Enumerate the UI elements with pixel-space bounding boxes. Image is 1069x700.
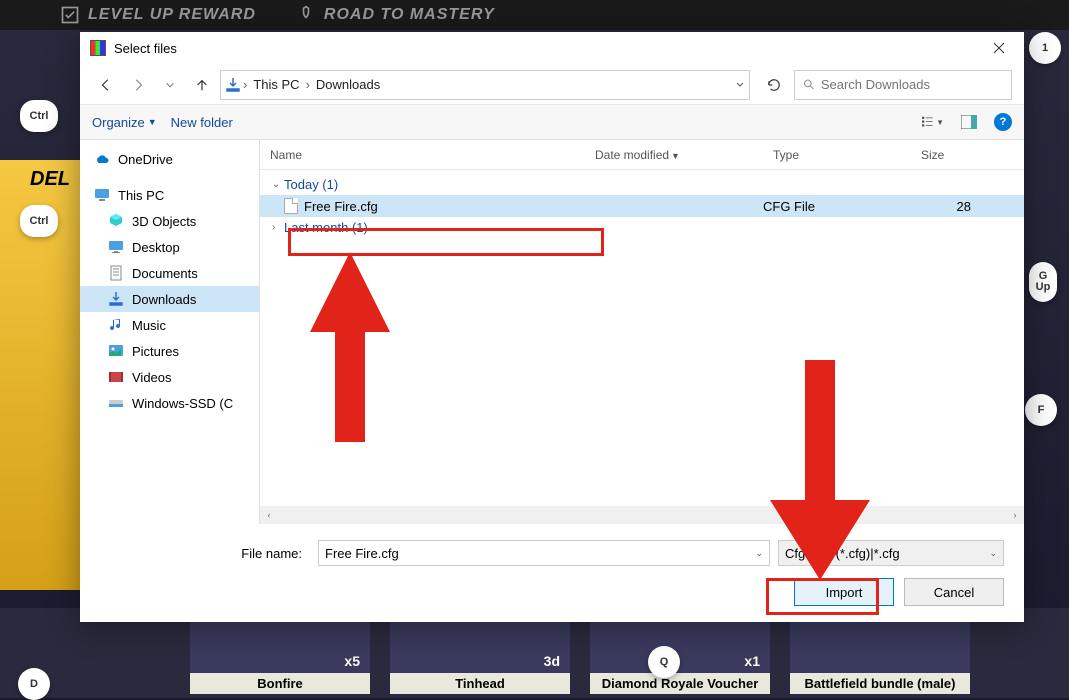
downloads-icon: [225, 77, 241, 93]
scroll-left-button[interactable]: ‹: [260, 507, 278, 523]
chevron-down-icon: ⌄: [272, 179, 284, 190]
help-button[interactable]: ?: [994, 113, 1012, 131]
file-list-pane: Name Date modified▼ Type Size ⌄ Today (1…: [260, 140, 1024, 524]
file-dialog: Select files › This PC › Downloads Organ: [80, 32, 1024, 622]
downloads-icon: [108, 291, 124, 307]
column-name[interactable]: Name: [260, 148, 585, 162]
music-icon: [108, 317, 124, 333]
dialog-footer: File name: Free Fire.cfg⌄ Cfg files (*.c…: [80, 524, 1024, 622]
forward-button[interactable]: [124, 71, 152, 99]
scroll-track[interactable]: [278, 507, 1006, 523]
chevron-right-icon: ›: [272, 222, 284, 233]
scroll-right-button[interactable]: ›: [1006, 507, 1024, 523]
column-size[interactable]: Size: [911, 148, 1024, 162]
sidebar: OneDrive This PC 3D Objects Desktop Docu…: [80, 140, 260, 524]
key-hint-ctrl: Ctrl: [20, 205, 58, 237]
key-hint-ctrl: Ctrl: [20, 100, 58, 132]
sidebar-item-desktop[interactable]: Desktop: [80, 234, 259, 260]
sort-indicator-icon: ▼: [671, 151, 680, 161]
chevron-right-icon: ›: [241, 77, 249, 92]
filetype-dropdown[interactable]: Cfg files (*.cfg)|*.cfg⌄: [778, 540, 1004, 566]
game-top-nav: LEVEL UP REWARD ROAD TO MASTERY: [0, 0, 1069, 30]
file-row[interactable]: Free Fire.cfg CFG File 28: [260, 195, 1024, 217]
sidebar-item-pictures[interactable]: Pictures: [80, 338, 259, 364]
group-header-today[interactable]: ⌄ Today (1): [260, 174, 1024, 195]
file-area[interactable]: ⌄ Today (1) Free Fire.cfg CFG File 28 › …: [260, 170, 1024, 506]
address-bar[interactable]: › This PC › Downloads: [220, 70, 750, 100]
import-button[interactable]: Import: [794, 578, 894, 606]
filename-label: File name:: [100, 546, 310, 561]
back-button[interactable]: [92, 71, 120, 99]
new-folder-button[interactable]: New folder: [171, 115, 233, 130]
preview-pane-icon: [961, 115, 977, 129]
chevron-down-icon: ⌄: [755, 548, 763, 559]
refresh-icon: [767, 78, 781, 92]
road-to-mastery[interactable]: ROAD TO MASTERY: [296, 5, 495, 25]
refresh-button[interactable]: [758, 70, 790, 100]
search-box[interactable]: [794, 70, 1012, 100]
up-button[interactable]: [188, 71, 216, 99]
filename-input[interactable]: Free Fire.cfg⌄: [318, 540, 770, 566]
chevron-down-icon: ⌄: [989, 548, 997, 559]
search-icon: [803, 78, 815, 91]
column-type[interactable]: Type: [763, 148, 911, 162]
nav-bar: › This PC › Downloads: [80, 64, 1024, 104]
key-hint-gup: GUp: [1029, 262, 1057, 302]
close-button[interactable]: [978, 34, 1020, 62]
search-input[interactable]: [821, 77, 1003, 92]
sidebar-item-documents[interactable]: Documents: [80, 260, 259, 286]
preview-pane-button[interactable]: [958, 111, 980, 133]
del-label: DEL: [30, 168, 70, 191]
videos-icon: [108, 369, 124, 385]
column-headers: Name Date modified▼ Type Size: [260, 140, 1024, 170]
key-hint-f: F: [1025, 394, 1057, 426]
sidebar-item-music[interactable]: Music: [80, 312, 259, 338]
view-options-button[interactable]: ▼: [922, 111, 944, 133]
dialog-titlebar: Select files: [80, 32, 1024, 64]
sidebar-item-3dobjects[interactable]: 3D Objects: [80, 208, 259, 234]
key-hint-q: Q: [648, 646, 680, 678]
sidebar-item-thispc[interactable]: This PC: [80, 182, 259, 208]
level-up-reward[interactable]: LEVEL UP REWARD: [60, 5, 256, 25]
sidebar-item-drive-c[interactable]: Windows-SSD (C: [80, 390, 259, 416]
thispc-icon: [94, 187, 110, 203]
file-icon: [284, 198, 298, 214]
dialog-icon: [90, 40, 106, 56]
view-list-icon: [922, 115, 934, 129]
documents-icon: [108, 265, 124, 281]
horizontal-scrollbar[interactable]: ‹ ›: [260, 506, 1024, 524]
desktop-icon: [108, 239, 124, 255]
sidebar-item-onedrive[interactable]: OneDrive: [80, 146, 259, 172]
column-date[interactable]: Date modified▼: [585, 148, 763, 162]
organize-menu[interactable]: Organize ▼: [92, 115, 157, 130]
pictures-icon: [108, 343, 124, 359]
breadcrumb-item[interactable]: Downloads: [312, 77, 384, 92]
toolbar: Organize ▼ New folder ▼ ?: [80, 104, 1024, 140]
dialog-title: Select files: [114, 41, 978, 56]
sidebar-item-videos[interactable]: Videos: [80, 364, 259, 390]
chevron-down-icon[interactable]: [735, 80, 745, 90]
chevron-right-icon: ›: [304, 77, 312, 92]
sidebar-item-downloads[interactable]: Downloads: [80, 286, 259, 312]
group-header-lastmonth[interactable]: › Last month (1): [260, 217, 1024, 238]
breadcrumb-item[interactable]: This PC: [249, 77, 303, 92]
3dobjects-icon: [108, 213, 124, 229]
key-hint-1: 1: [1029, 32, 1061, 64]
recent-dropdown[interactable]: [156, 71, 184, 99]
key-hint-d: D: [18, 668, 50, 700]
cancel-button[interactable]: Cancel: [904, 578, 1004, 606]
drive-icon: [108, 395, 124, 411]
close-icon: [993, 42, 1005, 54]
onedrive-icon: [94, 151, 110, 167]
